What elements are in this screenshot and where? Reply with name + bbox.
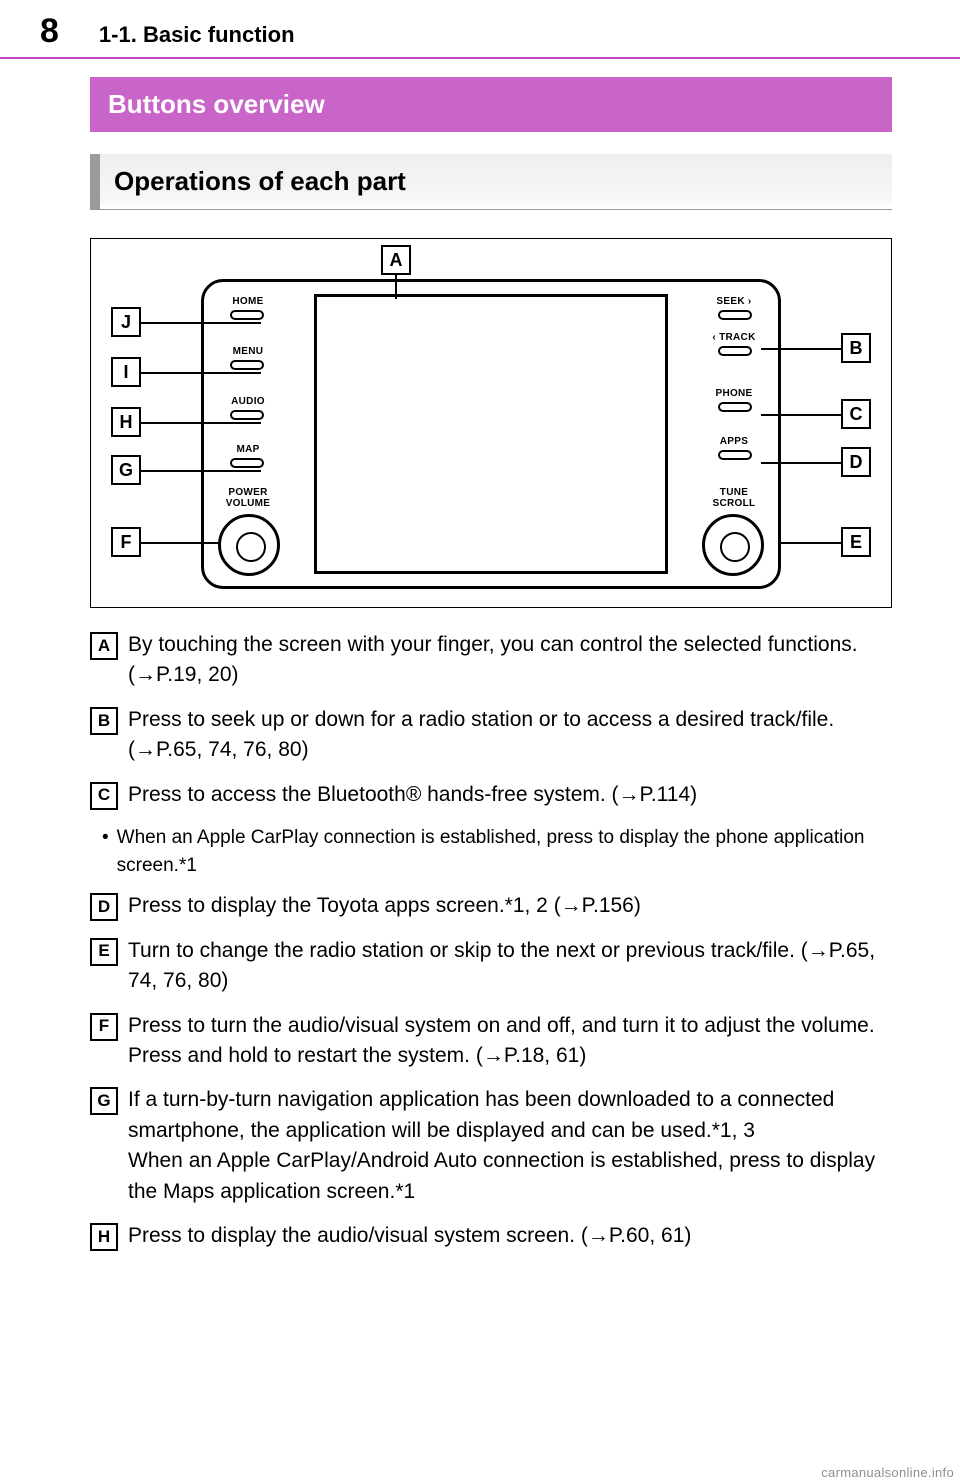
text-a: By touching the screen with your finger,…	[128, 630, 892, 691]
callout-j: J	[111, 307, 141, 337]
page-number: 8	[40, 12, 59, 51]
header-divider	[0, 57, 960, 59]
desc-g: G If a turn-by-turn navigation applicati…	[90, 1085, 892, 1207]
marker-b: B	[90, 707, 118, 735]
callout-e: E	[841, 527, 871, 557]
callout-d: D	[841, 447, 871, 477]
knob-tune	[702, 514, 764, 576]
btn-track	[718, 346, 752, 356]
marker-d: D	[90, 893, 118, 921]
callout-b: B	[841, 333, 871, 363]
btn-audio	[230, 410, 264, 420]
text-d: Press to display the Toyota apps screen.…	[128, 891, 892, 921]
btn-label-track: ‹ TRACK	[704, 332, 764, 343]
btn-apps	[718, 450, 752, 460]
btn-label-menu: MENU	[218, 346, 278, 357]
bullet-c: • When an Apple CarPlay connection is es…	[102, 824, 892, 879]
callout-a: A	[381, 245, 411, 275]
device-screen	[314, 294, 668, 574]
btn-label-home: HOME	[218, 296, 278, 307]
page-header: 8 1-1. Basic function	[0, 0, 960, 57]
btn-menu	[230, 360, 264, 370]
btn-home	[230, 310, 264, 320]
btn-map	[230, 458, 264, 468]
callout-i: I	[111, 357, 141, 387]
marker-a: A	[90, 632, 118, 660]
manual-page: 8 1-1. Basic function Buttons overview O…	[0, 0, 960, 1306]
page-content: Buttons overview Operations of each part…	[0, 77, 960, 1306]
text-g: If a turn-by-turn navigation application…	[128, 1085, 892, 1207]
btn-label-apps: APPS	[704, 436, 764, 447]
btn-label-map: MAP	[218, 444, 278, 455]
desc-f: F Press to turn the audio/visual system …	[90, 1011, 892, 1072]
section-path: 1-1. Basic function	[99, 22, 295, 48]
btn-label-phone: PHONE	[704, 388, 764, 399]
marker-h: H	[90, 1223, 118, 1251]
btn-phone	[718, 402, 752, 412]
desc-e: E Turn to change the radio station or sk…	[90, 936, 892, 997]
callout-g: G	[111, 455, 141, 485]
marker-f: F	[90, 1013, 118, 1041]
marker-g: G	[90, 1087, 118, 1115]
callout-c: C	[841, 399, 871, 429]
lead-e	[781, 542, 841, 544]
description-list: A By touching the screen with your finge…	[90, 630, 892, 1252]
text-h: Press to display the audio/visual system…	[128, 1221, 892, 1251]
desc-h: H Press to display the audio/visual syst…	[90, 1221, 892, 1251]
callout-h: H	[111, 407, 141, 437]
btn-label-tune: TUNE SCROLL	[704, 488, 764, 509]
device-diagram: A B C D E F G H I J	[90, 238, 892, 608]
text-e: Turn to change the radio station or skip…	[128, 936, 892, 997]
marker-e: E	[90, 938, 118, 966]
text-f: Press to turn the audio/visual system on…	[128, 1011, 892, 1072]
text-c: Press to access the Bluetooth® hands-fre…	[128, 780, 892, 810]
watermark: carmanualsonline.info	[821, 1465, 954, 1480]
knob-power	[218, 514, 280, 576]
desc-c: C Press to access the Bluetooth® hands-f…	[90, 780, 892, 810]
desc-b: B Press to seek up or down for a radio s…	[90, 705, 892, 766]
btn-label-audio: AUDIO	[218, 396, 278, 407]
box-title: Buttons overview	[90, 77, 892, 132]
text-b: Press to seek up or down for a radio sta…	[128, 705, 892, 766]
bullet-c-text: When an Apple CarPlay connection is esta…	[117, 824, 892, 879]
btn-label-seek: SEEK ›	[704, 296, 764, 307]
btn-seek	[718, 310, 752, 320]
sub-title: Operations of each part	[90, 154, 892, 210]
marker-c: C	[90, 782, 118, 810]
device-body: HOME MENU AUDIO MAP POWER VOLUME SEEK › …	[201, 279, 781, 589]
callout-f: F	[111, 527, 141, 557]
desc-a: A By touching the screen with your finge…	[90, 630, 892, 691]
desc-d: D Press to display the Toyota apps scree…	[90, 891, 892, 921]
btn-label-power: POWER VOLUME	[218, 488, 278, 509]
bullet-dot-icon: •	[102, 824, 109, 879]
